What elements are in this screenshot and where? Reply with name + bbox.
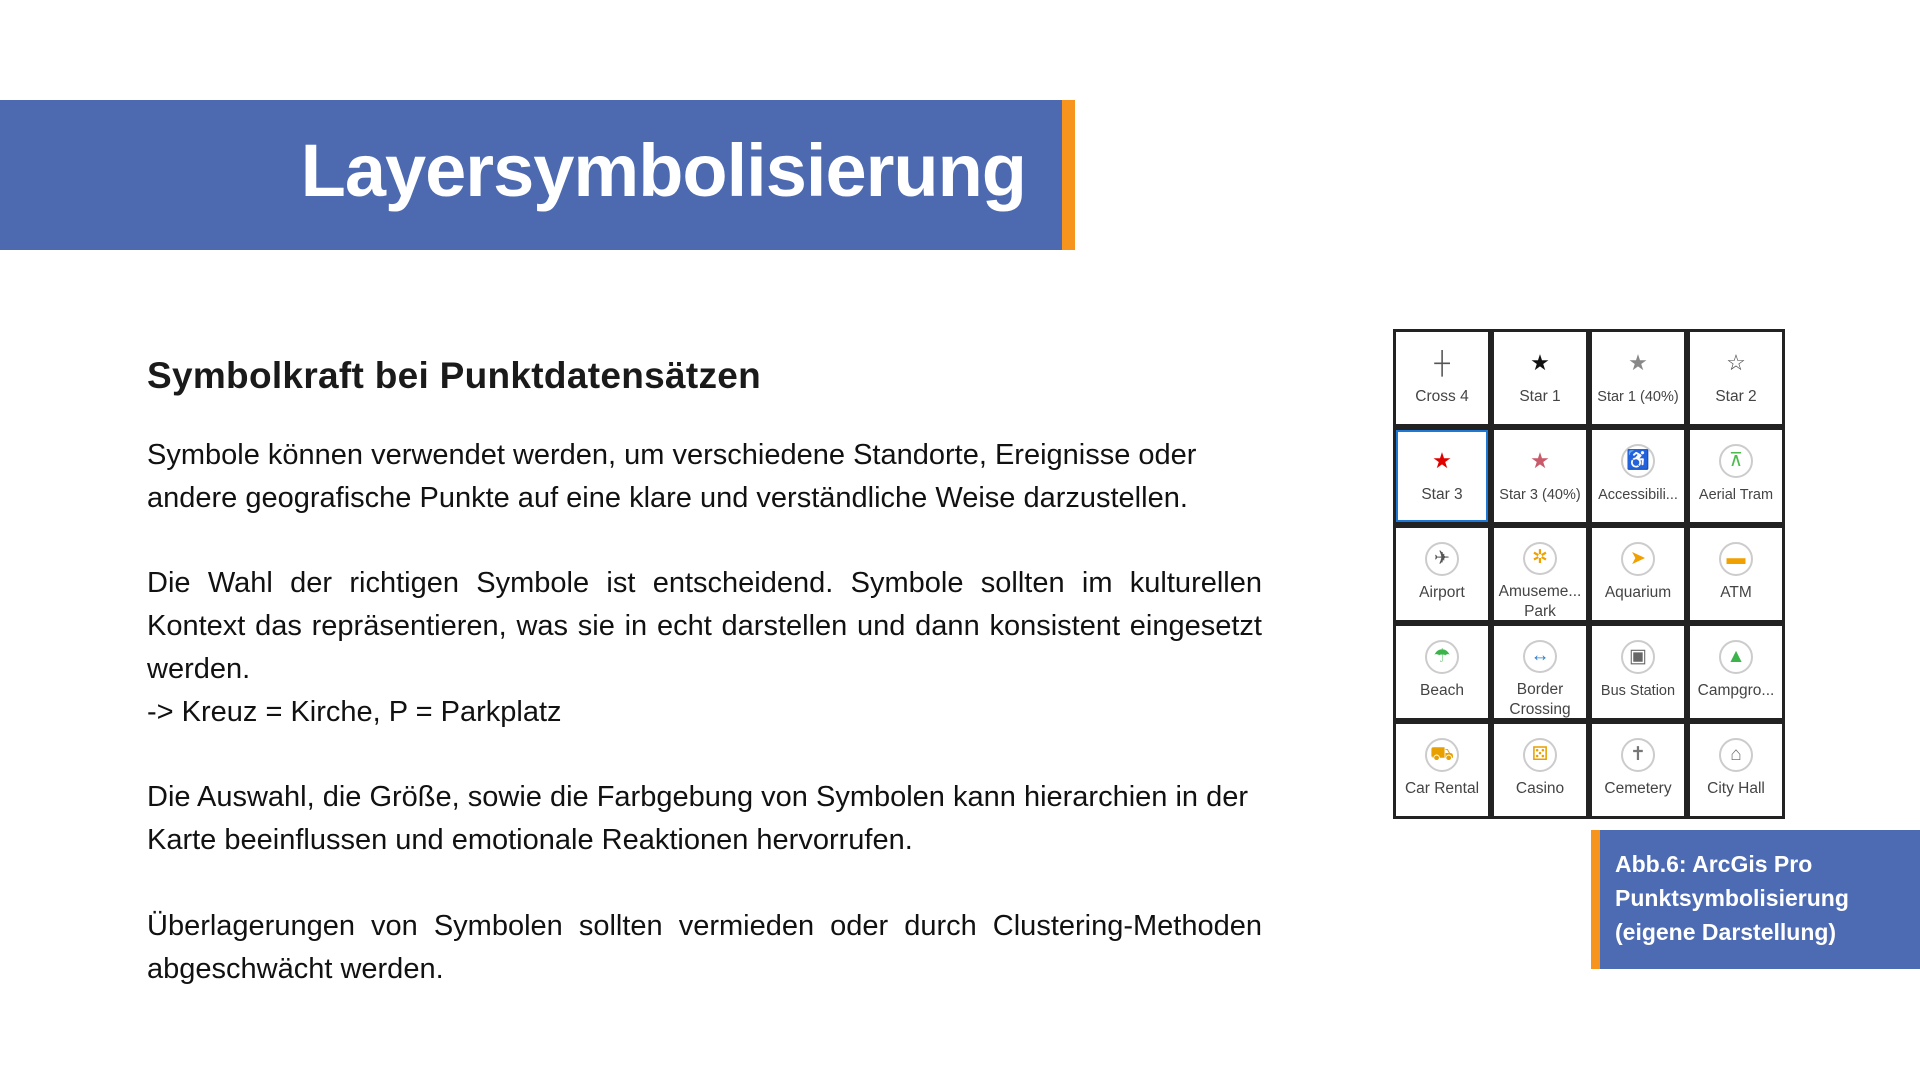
caption-line: (eigene Darstellung) <box>1615 919 1837 945</box>
umbrella-icon: ☂ <box>1425 640 1459 674</box>
symbol-label: City Hall <box>1707 780 1765 797</box>
symbol-gallery: ┼ Cross 4 ★ Star 1 ★ Star 1 (40%) ☆ Star 2 ★ Star… <box>1393 329 1785 819</box>
symbol-label: Star 1 (40%) <box>1597 389 1679 405</box>
star-red-icon: ★ <box>1432 448 1452 473</box>
tent-icon: ▲ <box>1719 640 1753 674</box>
section-heading: Symbolkraft bei Punktdatensätzen <box>147 355 762 396</box>
symbol-label: Border Crossing <box>1509 680 1571 718</box>
symbol-item[interactable]: ☂ Beach <box>1396 626 1488 718</box>
symbol-label: Amuseme... Park <box>1498 582 1582 620</box>
border-arrows-icon: ↔ <box>1523 640 1557 673</box>
wheelchair-icon: ♿ <box>1621 444 1655 478</box>
cross-icon: ┼ <box>1434 350 1450 375</box>
symbol-label: Airport <box>1419 584 1465 601</box>
star-red-light-icon: ★ <box>1530 448 1550 473</box>
card-icon: ▬ <box>1719 542 1753 576</box>
star-outline-icon: ☆ <box>1726 350 1746 375</box>
cemetery-icon: ✝ <box>1621 738 1655 772</box>
paragraph: Symbole können verwendet werden, um vers… <box>147 439 1197 514</box>
symbol-label: ATM <box>1720 584 1752 601</box>
symbol-item[interactable]: ★ Star 3 <box>1396 430 1488 522</box>
body-text: Symbole können verwendet werden, um vers… <box>147 434 1262 1033</box>
page-title: Layersymbolisierung <box>300 129 1027 212</box>
banner-accent-stripe <box>1062 100 1075 250</box>
bus-icon: ▣ <box>1621 640 1655 674</box>
symbol-item[interactable]: ★ Star 1 (40%) <box>1592 332 1684 424</box>
symbol-label: Cross 4 <box>1415 388 1469 405</box>
symbol-label: Casino <box>1515 780 1565 797</box>
symbol-label: Car Rental <box>1404 780 1480 797</box>
paragraph: Überlagerungen von Symbolen sollten verm… <box>147 909 1262 985</box>
symbol-label: Aerial Tram <box>1698 487 1774 503</box>
symbol-label: Star 3 (40%) <box>1499 487 1581 503</box>
symbol-item[interactable]: ▣ Bus Station <box>1592 626 1684 718</box>
symbol-item[interactable]: ★ Star 3 (40%) <box>1494 430 1586 522</box>
symbol-label: Star 3 <box>1421 486 1463 503</box>
symbol-item[interactable]: ✝ Cemetery <box>1592 724 1684 816</box>
paragraph: -> Kreuz = Kirche, P = Parkplatz <box>147 695 562 728</box>
symbol-item[interactable]: ▬ ATM <box>1690 528 1782 620</box>
city-hall-icon: ⌂ <box>1719 738 1753 772</box>
paragraph: Die Auswahl, die Größe, sowie die Farbge… <box>147 781 1249 857</box>
symbol-item[interactable]: ⌂ City Hall <box>1690 724 1782 816</box>
symbol-item[interactable]: ⊼ Aerial Tram <box>1690 430 1782 522</box>
symbol-label: Star 2 <box>1715 388 1757 405</box>
fish-icon: ➤ <box>1621 542 1655 576</box>
figure-caption: Abb.6: ArcGis Pro Punktsymbolisierung (e… <box>1591 830 1920 969</box>
aerial-tram-icon: ⊼ <box>1719 444 1753 478</box>
star-gray-icon: ★ <box>1628 350 1648 375</box>
symbol-label: Star 1 <box>1519 388 1561 405</box>
symbol-item[interactable]: ▲ Campgro... <box>1690 626 1782 718</box>
symbol-item[interactable]: ⚄ Casino <box>1494 724 1586 816</box>
symbol-label: Accessibili... <box>1598 487 1678 503</box>
symbol-label: Beach <box>1420 682 1464 699</box>
airplane-icon: ✈ <box>1425 542 1459 576</box>
symbol-item[interactable]: ★ Star 1 <box>1494 332 1586 424</box>
symbol-label: Cemetery <box>1604 780 1672 797</box>
symbol-item[interactable]: ➤ Aquarium <box>1592 528 1684 620</box>
car-icon: ⛟ <box>1425 738 1459 772</box>
symbol-item[interactable]: ✈ Airport <box>1396 528 1488 620</box>
symbol-label: Bus Station <box>1600 683 1676 699</box>
caption-accent-stripe <box>1591 830 1600 969</box>
symbol-label: Campgro... <box>1697 682 1775 699</box>
title-banner: Layersymbolisierung <box>0 100 1062 250</box>
symbol-label: Aquarium <box>1604 584 1672 601</box>
symbol-item[interactable]: ⛟ Car Rental <box>1396 724 1488 816</box>
symbol-item[interactable]: ↔ Border Crossing <box>1494 626 1586 718</box>
star-icon: ★ <box>1530 350 1550 375</box>
caption-line: Punktsymbolisierung <box>1615 885 1849 911</box>
paragraph: Die Wahl der richtigen Symbole ist entsc… <box>147 567 1262 685</box>
amusement-park-icon: ✲ <box>1523 542 1557 575</box>
caption-line: Abb.6: ArcGis Pro <box>1615 851 1813 877</box>
symbol-item[interactable]: ┼ Cross 4 <box>1396 332 1488 424</box>
symbol-item[interactable]: ✲ Amuseme... Park <box>1494 528 1586 620</box>
symbol-item[interactable]: ♿ Accessibili... <box>1592 430 1684 522</box>
dice-icon: ⚄ <box>1523 738 1557 772</box>
symbol-item[interactable]: ☆ Star 2 <box>1690 332 1782 424</box>
